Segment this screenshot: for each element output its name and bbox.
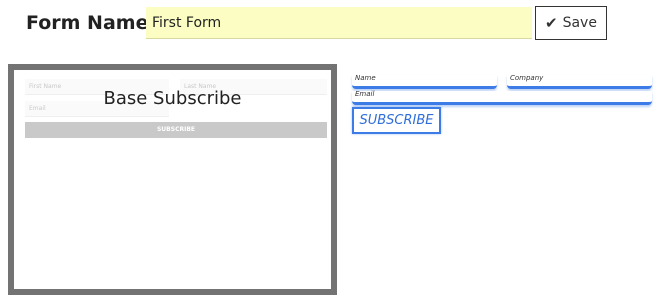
name-field[interactable]: Name (352, 74, 497, 89)
company-field-placeholder: Company (510, 74, 544, 82)
email-field-placeholder: Email (355, 90, 375, 98)
form-name-input[interactable] (146, 7, 532, 39)
save-button[interactable]: ✔ Save (535, 6, 607, 40)
subscribe-button[interactable]: SUBSCRIBE (352, 107, 441, 134)
template-title: Base Subscribe (103, 88, 242, 109)
email-field[interactable]: Email (352, 90, 652, 105)
preview-subscribe-button: SUBSCRIBE (25, 122, 327, 138)
check-icon: ✔ (545, 14, 558, 32)
save-button-label: Save (562, 15, 597, 31)
template-card-base-subscribe[interactable]: First Name Last Name Email SUBSCRIBE Bas… (8, 64, 337, 295)
name-field-placeholder: Name (355, 74, 376, 82)
company-field[interactable]: Company (507, 74, 652, 89)
form-name-label: Form Name: (26, 12, 157, 34)
